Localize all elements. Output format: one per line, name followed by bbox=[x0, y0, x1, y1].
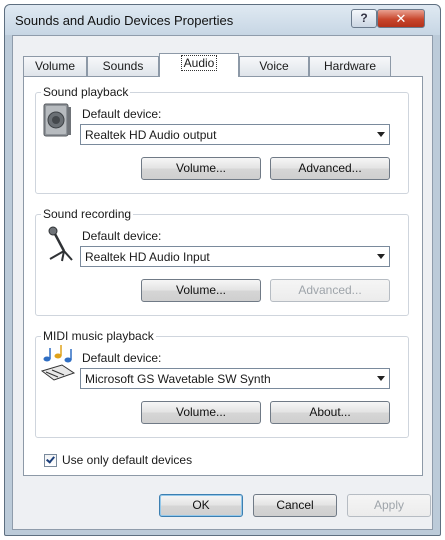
recording-device-select[interactable]: Realtek HD Audio Input bbox=[80, 246, 390, 267]
sound-recording-group: Sound recording Default device: Realtek … bbox=[35, 207, 409, 316]
chevron-down-icon bbox=[377, 376, 385, 381]
tab-voice-label: Voice bbox=[259, 59, 289, 73]
window-title: Sounds and Audio Devices Properties bbox=[15, 13, 234, 28]
recording-default-device-label: Default device: bbox=[82, 229, 162, 243]
midi-playback-group: MIDI music playback Default device: Micr… bbox=[35, 329, 409, 438]
dialog-client: Volume Sounds Audio Voice Hardware Sound… bbox=[12, 35, 433, 530]
chevron-down-icon bbox=[377, 254, 385, 259]
tab-audio-label: Audio bbox=[180, 55, 218, 71]
properties-window: Sounds and Audio Devices Properties ? ✕ … bbox=[4, 4, 441, 536]
recording-advanced-button[interactable]: Advanced... bbox=[270, 279, 390, 302]
help-button[interactable]: ? bbox=[351, 9, 377, 28]
playback-device-value: Realtek HD Audio output bbox=[85, 128, 217, 142]
use-default-devices-checkbox[interactable] bbox=[44, 454, 57, 467]
tab-volume[interactable]: Volume bbox=[23, 56, 87, 76]
midi-device-value: Microsoft GS Wavetable SW Synth bbox=[85, 372, 271, 386]
speaker-icon bbox=[40, 101, 76, 141]
playback-device-select[interactable]: Realtek HD Audio output bbox=[80, 124, 390, 145]
recording-volume-button[interactable]: Volume... bbox=[141, 279, 261, 302]
tab-voice[interactable]: Voice bbox=[239, 56, 309, 76]
midi-volume-button[interactable]: Volume... bbox=[141, 401, 261, 424]
tab-sounds-label: Sounds bbox=[102, 59, 144, 73]
midi-default-device-label: Default device: bbox=[82, 351, 162, 365]
playback-default-device-label: Default device: bbox=[82, 107, 162, 121]
cancel-button[interactable]: Cancel bbox=[253, 494, 337, 517]
music-notes-icon bbox=[40, 343, 76, 383]
checkmark-icon bbox=[46, 454, 55, 464]
midi-device-select[interactable]: Microsoft GS Wavetable SW Synth bbox=[80, 368, 390, 389]
audio-tab-page: Sound playback Default device: Realtek H… bbox=[23, 76, 423, 476]
tab-audio[interactable]: Audio bbox=[159, 53, 239, 77]
apply-button[interactable]: Apply bbox=[347, 494, 431, 517]
sound-recording-title: Sound recording bbox=[41, 207, 134, 221]
midi-about-button[interactable]: About... bbox=[270, 401, 390, 424]
tab-hardware-label: Hardware bbox=[323, 59, 377, 73]
ok-button[interactable]: OK bbox=[159, 494, 243, 517]
recording-device-value: Realtek HD Audio Input bbox=[85, 250, 210, 264]
playback-volume-button[interactable]: Volume... bbox=[141, 157, 261, 180]
tab-sounds[interactable]: Sounds bbox=[87, 56, 159, 76]
use-default-devices-label[interactable]: Use only default devices bbox=[62, 453, 192, 467]
midi-playback-title: MIDI music playback bbox=[41, 329, 156, 343]
tab-strip: Volume Sounds Audio Voice Hardware bbox=[23, 53, 423, 77]
close-button[interactable]: ✕ bbox=[377, 9, 425, 28]
sound-playback-title: Sound playback bbox=[41, 85, 131, 99]
tab-hardware[interactable]: Hardware bbox=[309, 56, 391, 76]
tab-volume-label: Volume bbox=[34, 59, 76, 73]
microphone-icon bbox=[40, 223, 76, 263]
sound-playback-group: Sound playback Default device: Realtek H… bbox=[35, 85, 409, 194]
playback-advanced-button[interactable]: Advanced... bbox=[270, 157, 390, 180]
title-bar[interactable]: Sounds and Audio Devices Properties ? ✕ bbox=[5, 5, 440, 35]
chevron-down-icon bbox=[377, 132, 385, 137]
